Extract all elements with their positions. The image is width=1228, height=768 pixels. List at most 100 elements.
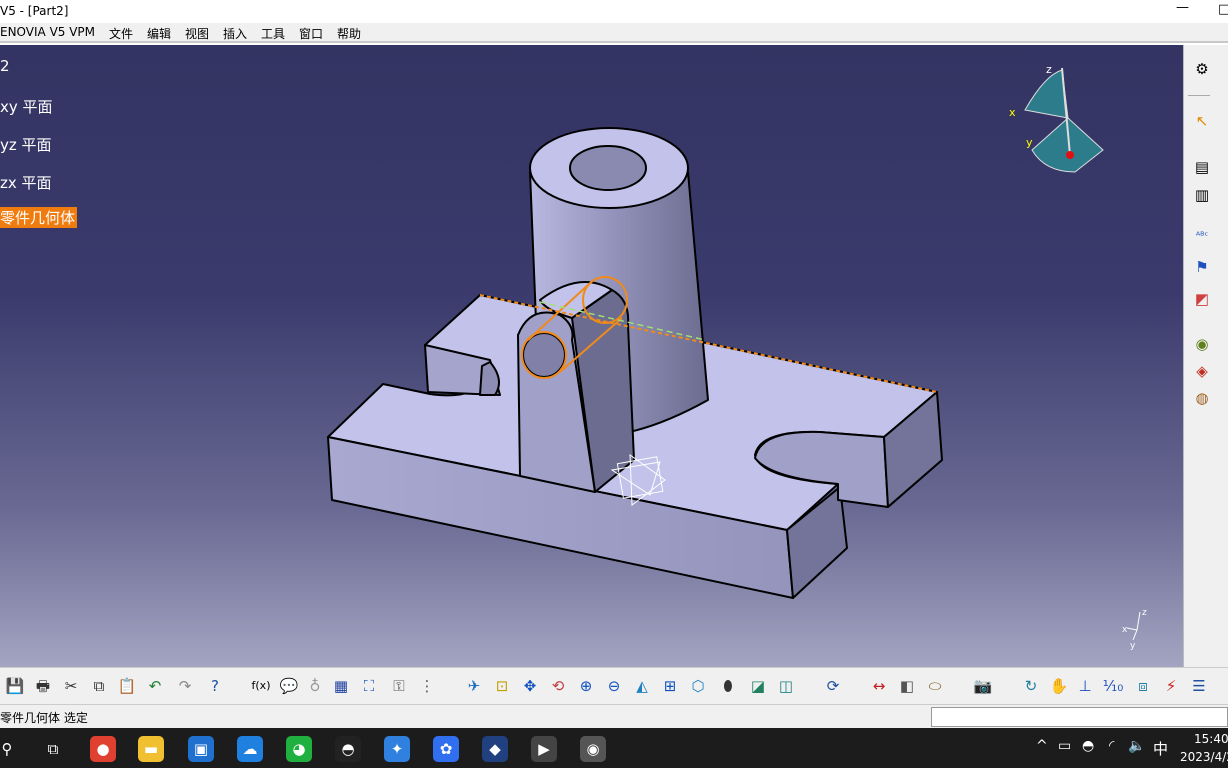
iso-view-icon[interactable]: ⬡ [687, 675, 709, 697]
sketcher-icon[interactable]: ⚙ [1191, 59, 1213, 79]
qq-tray-icon[interactable]: ◓ [1082, 738, 1094, 754]
pan-icon[interactable]: ✥ [519, 675, 541, 697]
baidu-netdisk-icon[interactable]: ✿ [433, 736, 459, 762]
catalog-icon[interactable]: ⛶ [358, 675, 380, 697]
measure-item-icon[interactable]: ◈ [1191, 361, 1213, 381]
menu-help[interactable]: 帮助 [337, 25, 361, 42]
normal-view-icon[interactable]: ◭ [631, 675, 653, 697]
fly-mode-icon[interactable]: ✈ [463, 675, 485, 697]
sketch-icon[interactable]: ▤ [1191, 157, 1213, 177]
recorder-icon[interactable]: ◉ [580, 736, 606, 762]
maximize-button[interactable]: □ [1218, 2, 1228, 17]
tree-item-part-body[interactable]: 零件几何体 [0, 207, 78, 228]
scale-icon[interactable]: ⅒ [1102, 675, 1124, 697]
taskbar: ⚲ ⧉ ● ▬ ▣ ☁ ◕ ◓ ✦ ✿ ◆ ▶ ◉ ^ ▭ ◓ ◜ 🔈 中 15:40 2023/4/2 [0, 728, 1228, 768]
update-icon[interactable]: ⟳ [822, 675, 844, 697]
multi-view-icon[interactable]: ⊞ [659, 675, 681, 697]
catia-icon[interactable]: ◆ [482, 736, 508, 762]
boss-hole [569, 145, 647, 191]
law-icon[interactable]: ⚿ [388, 675, 410, 697]
zoom-out-icon[interactable]: ⊖ [603, 675, 625, 697]
cloud-drive-icon[interactable]: ☁ [237, 736, 263, 762]
compass-icon[interactable]: z x y [1009, 63, 1104, 173]
compass-y-label: y [1026, 136, 1033, 149]
measure-icon[interactable]: ↔ [868, 675, 890, 697]
task-view-icon[interactable]: ⧉ [40, 736, 66, 762]
qq-icon[interactable]: ◓ [335, 736, 361, 762]
material-icon[interactable]: ⬭ [924, 675, 946, 697]
store-icon[interactable]: ▣ [188, 736, 214, 762]
formula-icon[interactable]: f(x) [250, 675, 272, 697]
text-annotation-icon[interactable]: ᴬᴮᶜ [1191, 227, 1213, 247]
hide-show-icon[interactable]: ◪ [747, 675, 769, 697]
flag-note-icon[interactable]: ⚑ [1191, 257, 1213, 277]
save-icon[interactable]: 💾 [4, 675, 26, 697]
3d-annotation-icon[interactable]: ◩ [1191, 289, 1213, 309]
design-table-icon[interactable]: ▦ [330, 675, 352, 697]
wifi-icon[interactable]: ◜ [1109, 738, 1114, 754]
hand-icon[interactable]: ✋ [1048, 675, 1070, 697]
command-input[interactable] [931, 707, 1228, 727]
ime-indicator[interactable]: 中 [1153, 738, 1168, 759]
menu-tools[interactable]: 工具 [261, 25, 285, 42]
redo-icon[interactable]: ↷ [174, 675, 196, 697]
menu-enovia[interactable]: ENOVIA V5 VPM [0, 25, 95, 39]
clock-date[interactable]: 2023/4/2 [1180, 750, 1228, 764]
light-bulb-icon[interactable]: ♁ [304, 675, 326, 697]
shading-icon[interactable]: ⬮ [717, 675, 739, 697]
copy-icon[interactable]: ⧉ [88, 675, 110, 697]
cut-icon[interactable]: ✂ [60, 675, 82, 697]
tree-root-part[interactable]: 2 [0, 57, 10, 75]
tree-item-zx-plane[interactable]: zx 平面 [0, 172, 52, 193]
menu-edit[interactable]: 编辑 [147, 25, 171, 42]
mini-axis-z: z [1142, 608, 1147, 618]
more-icon[interactable]: ☰ [1188, 675, 1210, 697]
tray-chevron-icon[interactable]: ^ [1036, 738, 1048, 754]
part-model[interactable]: z x y z x y [0, 45, 1183, 667]
rotate-icon[interactable]: ⟲ [547, 675, 569, 697]
status-message: 零件几何体 选定 [0, 711, 88, 725]
3d-viewport[interactable]: z x y z x y 2 xy 平面 yz 平面 zx 平面 零件几何体 [0, 45, 1183, 667]
paste-icon[interactable]: 📋 [116, 675, 138, 697]
compass-x-label: x [1009, 106, 1016, 119]
analysis-icon[interactable]: ⚡ [1160, 675, 1182, 697]
battery-icon[interactable]: ▭ [1058, 738, 1071, 754]
positioned-sketch-icon[interactable]: ▥ [1191, 185, 1213, 205]
wechat-icon[interactable]: ◕ [286, 736, 312, 762]
knowledge-icon[interactable]: ⋮ [416, 675, 438, 697]
media-player-icon[interactable]: ▶ [531, 736, 557, 762]
print-icon[interactable]: 🖶 [32, 675, 54, 697]
search-icon[interactable]: ⚲ [0, 736, 20, 762]
tree-item-yz-plane[interactable]: yz 平面 [0, 134, 52, 155]
menu-view[interactable]: 视图 [185, 25, 209, 42]
measure-between-icon[interactable]: ◉ [1191, 334, 1213, 354]
fit-all-icon[interactable]: ⊡ [491, 675, 513, 697]
menu-insert[interactable]: 插入 [223, 25, 247, 42]
whats-this-icon[interactable]: ? [204, 675, 226, 697]
volume-icon[interactable]: 🔈 [1128, 738, 1145, 754]
capture-icon[interactable]: 📷 [972, 675, 994, 697]
minimize-button[interactable]: — [1176, 0, 1189, 15]
swap-space-icon[interactable]: ◫ [775, 675, 797, 697]
menu-window[interactable]: 窗口 [299, 25, 323, 42]
select-arrow-icon[interactable]: ↖ [1191, 111, 1213, 131]
bottom-toolbar: 💾 🖶 ✂ ⧉ 📋 ↶ ↷? f(x) 💬 ♁ ▦ ⛶ ⚿ ⋮ ✈ ⊡ ✥ ⟲ ⊕ ⊖ ◭ ⊞ ⬡ ⬮ ◪ ◫ ⟳ ↔ ◧ ⬭ 📷 ↻ ✋ ⊥ ⅒ ⧈… [0, 667, 1228, 704]
mini-axis-icon: z x y [1122, 608, 1147, 651]
tree-item-xy-plane[interactable]: xy 平面 [0, 96, 53, 117]
chrome-icon[interactable]: ● [90, 736, 116, 762]
app-icon[interactable]: ✦ [384, 736, 410, 762]
layer-icon[interactable]: ⧈ [1132, 675, 1154, 697]
undo-icon[interactable]: ↶ [144, 675, 166, 697]
comment-icon[interactable]: 💬 [278, 675, 300, 697]
menu-file[interactable]: 文件 [109, 25, 133, 42]
file-explorer-icon[interactable]: ▬ [138, 736, 164, 762]
zoom-in-icon[interactable]: ⊕ [575, 675, 597, 697]
mini-axis-y: y [1130, 641, 1136, 651]
axis-icon[interactable]: ⊥ [1074, 675, 1096, 697]
measure-inertia-icon[interactable]: ◍ [1191, 388, 1213, 408]
rotate-view-icon[interactable]: ↻ [1020, 675, 1042, 697]
apply-material-icon[interactable]: ◧ [896, 675, 918, 697]
clock-time[interactable]: 15:40 [1194, 732, 1228, 746]
window-title: V5 - [Part2] [0, 4, 69, 18]
compass-z-label: z [1046, 63, 1052, 76]
